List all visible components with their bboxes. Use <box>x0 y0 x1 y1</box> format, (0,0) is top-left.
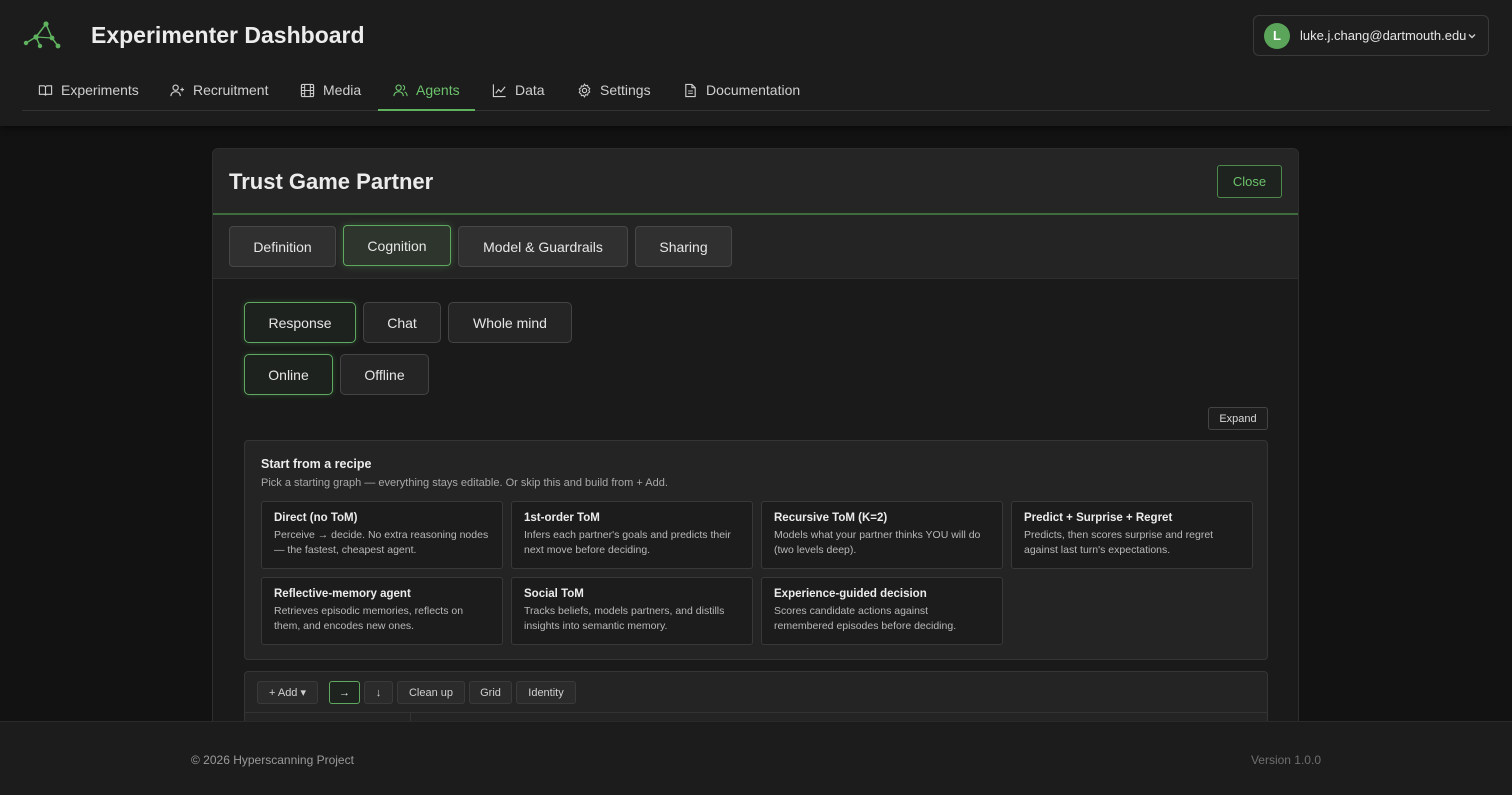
recipe-card-direct[interactable]: Direct (no ToM) Perceive → decide. No ex… <box>261 501 503 569</box>
network-logo-icon <box>23 21 61 49</box>
footer: © 2026 Hyperscanning Project Version 1.0… <box>0 721 1512 795</box>
recipe-title: Reflective-memory agent <box>274 588 411 600</box>
avatar: L <box>1264 22 1290 49</box>
recipe-title: Direct (no ToM) <box>274 512 358 524</box>
app-header: Experimenter Dashboard L luke.j.chang@da… <box>0 0 1512 126</box>
nav-tab-recruitment[interactable]: Recruitment <box>170 70 268 110</box>
nav-label: Recruitment <box>193 82 269 98</box>
expand-button[interactable]: Expand <box>1208 407 1268 430</box>
book-open-icon <box>38 84 53 96</box>
recipe-desc: Tracks beliefs, models partners, and dis… <box>524 605 725 632</box>
clean-up-button[interactable]: Clean up <box>397 681 465 704</box>
panel-title: Trust Game Partner <box>229 169 434 194</box>
add-node-button[interactable]: + Add ▾ <box>257 681 318 704</box>
chevron-down-icon <box>1468 34 1476 39</box>
panel-tabs: Definition Cognition Model & Guardrails … <box>213 215 1298 279</box>
nav-tab-media[interactable]: Media <box>300 70 361 110</box>
recipe-desc: Models what your partner thinks YOU will… <box>774 529 981 556</box>
nav-label: Documentation <box>706 82 801 98</box>
line-chart-icon <box>492 83 506 97</box>
user-plus-icon <box>170 84 185 96</box>
recipe-desc: Perceive → decide. No extra reasoning no… <box>274 529 489 556</box>
recipe-title: Experience-guided decision <box>774 588 927 600</box>
recipe-desc: Predicts, then scores surprise and regre… <box>1024 529 1214 556</box>
nav-tab-data[interactable]: Data <box>492 70 545 110</box>
recipe-desc: Infers each partner's goals and predicts… <box>524 529 731 556</box>
gear-icon <box>578 82 591 98</box>
main-nav: Experiments Recruitment Media Agents Dat… <box>22 70 1490 111</box>
nav-tab-agents[interactable]: Agents <box>378 70 475 111</box>
identity-button[interactable]: Identity <box>516 681 576 704</box>
recipe-card-reflective-memory[interactable]: Reflective-memory agent Retrieves episod… <box>261 577 503 645</box>
users-icon <box>393 84 408 96</box>
agent-editor-panel: Trust Game Partner Close Definition Cogn… <box>212 148 1299 748</box>
tab-model-guardrails[interactable]: Model & Guardrails <box>458 226 628 267</box>
nav-label: Media <box>323 82 362 98</box>
user-email: luke.j.chang@dartmouth.edu <box>1300 28 1467 43</box>
divider <box>245 712 1267 713</box>
recipe-card-recursive-tom[interactable]: Recursive ToM (K=2) Models what your par… <box>761 501 1003 569</box>
recipe-card-predict-surprise-regret[interactable]: Predict + Surprise + Regret Predicts, th… <box>1011 501 1253 569</box>
nav-tab-experiments[interactable]: Experiments <box>38 70 139 110</box>
layout-right-button[interactable]: → <box>329 681 360 704</box>
recipe-desc: Retrieves episodic memories, reflects on… <box>274 605 464 632</box>
nav-label: Experiments <box>61 82 139 98</box>
layout-down-button[interactable]: ↓ <box>364 681 393 704</box>
nav-label: Data <box>515 82 545 98</box>
tab-cognition[interactable]: Cognition <box>343 225 451 266</box>
recipe-card-social-tom[interactable]: Social ToM Tracks beliefs, models partne… <box>511 577 753 645</box>
mode-offline-button[interactable]: Offline <box>340 354 429 395</box>
recipes-title: Start from a recipe <box>261 457 372 471</box>
nav-tab-documentation[interactable]: Documentation <box>683 70 800 110</box>
recipe-desc: Scores candidate actions against remembe… <box>774 605 957 632</box>
view-whole-mind-button[interactable]: Whole mind <box>448 302 572 343</box>
recipe-picker: Start from a recipe Pick a starting grap… <box>244 440 1268 660</box>
user-menu-button[interactable]: L luke.j.chang@dartmouth.edu <box>1253 15 1489 56</box>
recipe-title: Social ToM <box>524 588 584 600</box>
view-chat-button[interactable]: Chat <box>363 302 441 343</box>
nav-label: Agents <box>416 82 460 98</box>
nav-tab-settings[interactable]: Settings <box>577 70 651 110</box>
nav-label: Settings <box>600 82 651 98</box>
version-text: Version 1.0.0 <box>1250 753 1321 767</box>
panel-header: Trust Game Partner Close <box>213 149 1298 215</box>
tab-sharing[interactable]: Sharing <box>635 226 732 267</box>
grid-toggle-button[interactable]: Grid <box>469 681 512 704</box>
close-button[interactable]: Close <box>1217 165 1282 198</box>
recipe-title: Predict + Surprise + Regret <box>1024 512 1173 524</box>
tab-definition[interactable]: Definition <box>229 226 336 267</box>
recipes-subtitle: Pick a starting graph — everything stays… <box>261 477 668 489</box>
recipe-title: Recursive ToM (K=2) <box>774 512 888 524</box>
mode-online-button[interactable]: Online <box>244 354 333 395</box>
film-icon <box>300 83 315 97</box>
recipe-title: 1st-order ToM <box>524 512 600 524</box>
app-title: Experimenter Dashboard <box>91 22 365 48</box>
recipe-card-experience-guided[interactable]: Experience-guided decision Scores candid… <box>761 577 1003 645</box>
document-icon <box>685 83 696 97</box>
recipe-card-first-order-tom[interactable]: 1st-order ToM Infers each partner's goal… <box>511 501 753 569</box>
copyright-text: © 2026 Hyperscanning Project <box>191 753 354 767</box>
view-response-button[interactable]: Response <box>244 302 356 343</box>
